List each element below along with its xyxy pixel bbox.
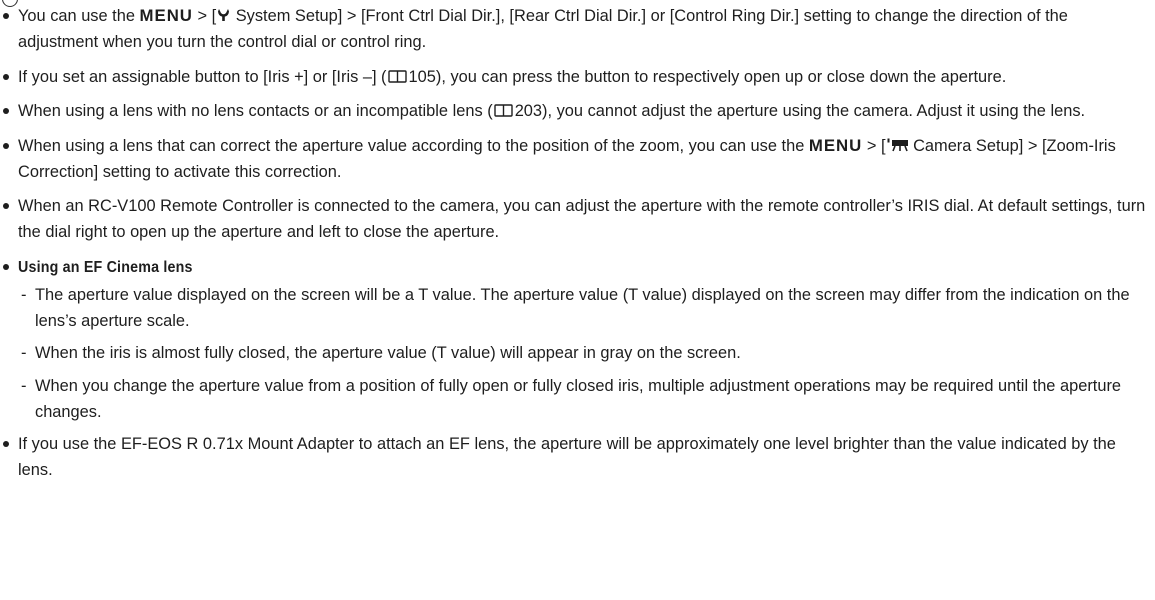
note-text: > [ bbox=[862, 136, 886, 155]
note-text: When using a lens with no lens contacts … bbox=[18, 102, 493, 120]
menu-label: MENU bbox=[139, 6, 193, 25]
note-item-zoom-iris: When using a lens that can correct the a… bbox=[0, 133, 1150, 185]
note-text: ), you can press the button to respectiv… bbox=[435, 67, 1007, 86]
sub-note-gray: - When the iris is almost fully closed, t… bbox=[18, 340, 1150, 366]
page-reference: 203 bbox=[514, 102, 543, 120]
book-reference-icon bbox=[387, 69, 407, 83]
note-text: The aperture value displayed on the scre… bbox=[35, 285, 1130, 330]
note-text: You can use the bbox=[18, 7, 140, 25]
note-item-iris-button: If you set an assignable button to [Iris… bbox=[0, 64, 1150, 90]
note-text: If you use the EF-EOS R 0.71x Mount Adap… bbox=[18, 435, 1116, 479]
sub-note-t-value: - The aperture value displayed on the scr… bbox=[18, 282, 1150, 334]
wrench-icon bbox=[218, 9, 230, 21]
dash-marker: - bbox=[21, 376, 27, 395]
section-heading: Using an EF Cinema lens bbox=[18, 258, 193, 276]
note-text: If you set an assignable button to [Iris… bbox=[18, 67, 387, 86]
sub-notes-list: - The aperture value displayed on the scr… bbox=[18, 282, 1150, 425]
note-item-dial-direction: You can use the MENU > [ System Setup] >… bbox=[0, 3, 1150, 55]
dash-marker: - bbox=[21, 344, 27, 362]
menu-label: MENU bbox=[808, 135, 863, 155]
note-text: When the iris is almost fully closed, th… bbox=[35, 344, 741, 362]
camera-setup-icon bbox=[887, 138, 908, 151]
note-text: When you change the aperture value from … bbox=[35, 376, 1122, 421]
book-reference-icon bbox=[493, 104, 513, 117]
notes-list: You can use the MENU > [ System Setup] >… bbox=[0, 0, 1150, 492]
note-text: ), you cannot adjust the aperture using … bbox=[542, 102, 1086, 120]
note-item-mount-adapter: If you use the EF-EOS R 0.71x Mount Adap… bbox=[0, 431, 1150, 483]
dash-marker: - bbox=[21, 285, 27, 304]
note-item-incompatible-lens: When using a lens with no lens contacts … bbox=[0, 98, 1150, 124]
sub-note-multiple-ops: - When you change the aperture value from… bbox=[18, 373, 1150, 425]
page-reference: 105 bbox=[408, 67, 436, 86]
note-item-ef-cinema: Using an EF Cinema lens - The aperture va… bbox=[0, 254, 1150, 425]
note-text: > [ bbox=[192, 7, 217, 25]
note-item-remote-controller: When an RC-V100 Remote Controller is con… bbox=[0, 193, 1150, 245]
note-text: When using a lens that can correct the a… bbox=[18, 136, 809, 155]
note-text: When an RC-V100 Remote Controller is con… bbox=[18, 197, 1146, 241]
